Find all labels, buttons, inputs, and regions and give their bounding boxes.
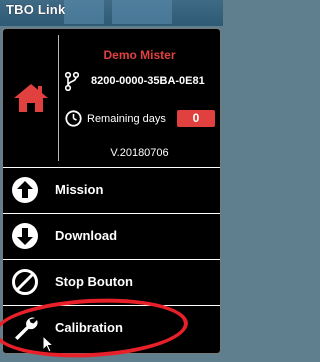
remaining-days-badge: 0 <box>177 110 215 127</box>
menu-item-label: Mission <box>55 182 104 197</box>
device-name: Demo Mister <box>103 48 176 62</box>
background-window-tab <box>64 0 104 24</box>
home-button[interactable] <box>3 29 58 167</box>
mouse-pointer-icon <box>42 335 54 353</box>
menu-list: Mission Download Stop Bouton Calibration <box>3 167 220 351</box>
clock-icon <box>65 110 82 127</box>
home-icon <box>13 84 48 112</box>
menu-item-label: Download <box>55 228 118 243</box>
window-titlebar: TBO Link <box>0 0 223 26</box>
menu-item-download[interactable]: Download <box>3 213 220 259</box>
no-entry-circle-icon <box>12 269 38 295</box>
menu-item-mission[interactable]: Mission <box>3 167 220 213</box>
device-menu-panel: Demo Mister 8200-0000-35BA-0E81 Remainin… <box>2 28 221 354</box>
device-info-section: Demo Mister 8200-0000-35BA-0E81 Remainin… <box>3 29 220 167</box>
branch-icon <box>65 71 79 91</box>
firmware-version: V.20180706 <box>110 147 169 159</box>
menu-item-label: Calibration <box>55 320 123 335</box>
menu-item-stop-bouton[interactable]: Stop Bouton <box>3 259 220 305</box>
remaining-days-row: Remaining days 0 <box>65 109 217 129</box>
menu-item-label: Stop Bouton <box>55 274 133 289</box>
background-window-tab <box>112 0 172 24</box>
window-title: TBO Link <box>6 2 66 17</box>
wrench-icon <box>15 317 38 340</box>
arrow-up-circle-icon <box>12 177 38 203</box>
remaining-days-label: Remaining days <box>87 113 166 125</box>
menu-item-calibration[interactable]: Calibration <box>3 305 220 351</box>
device-serial: 8200-0000-35BA-0E81 <box>91 75 205 87</box>
arrow-down-circle-icon <box>12 223 38 249</box>
serial-row: 8200-0000-35BA-0E81 <box>65 71 215 91</box>
